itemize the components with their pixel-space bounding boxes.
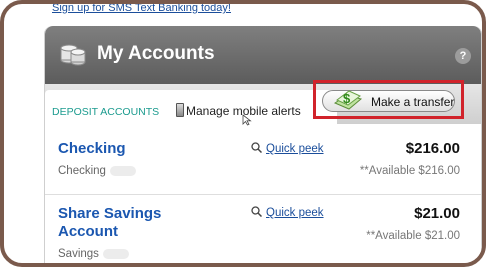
account-row-share-savings[interactable]: Share Savings Account Savings Quick peek… [45,195,481,263]
magnifier-icon [251,142,262,153]
available-balance: **Available $21.00 [366,230,460,242]
make-transfer-label: Make a transfer [371,95,455,109]
sms-signup-link[interactable]: Sign up for SMS Text Banking today! [52,4,231,14]
account-type: Checking [58,165,136,177]
account-balance: $21.00 [414,205,460,222]
help-icon[interactable]: ? [455,48,471,64]
tab-deposit-accounts-label: DEPOSIT ACCOUNTS [52,106,160,118]
account-row-checking[interactable]: Checking Checking Quick peek $216.00 **A… [45,124,481,194]
tab-deposit-accounts[interactable]: DEPOSIT ACCOUNTS Manage mobile alerts [45,90,337,126]
masked-account-number [109,165,136,176]
quick-peek[interactable]: Quick peek [251,206,324,219]
account-type: Savings [58,248,129,260]
screenshot-frame: Sign up for SMS Text Banking today! My A… [0,0,486,267]
coins-icon [60,44,86,66]
svg-text:$: $ [343,91,351,106]
widget-title: My Accounts [97,43,215,64]
magnifier-icon [251,206,262,217]
quick-peek[interactable]: Quick peek [251,142,324,155]
account-balance: $216.00 [405,140,460,157]
widget-header: My Accounts ? [45,26,481,84]
available-balance: **Available $216.00 [359,165,460,177]
money-transfer-icon: $ [333,90,363,110]
masked-account-number [102,248,129,259]
mobile-phone-icon [176,103,184,117]
make-transfer-button[interactable]: $ Make a transfer [322,90,455,112]
my-accounts-widget: My Accounts ? DEPOSIT ACCOUNTS Manage mo… [44,26,482,263]
quick-peek-link[interactable]: Quick peek [266,143,324,155]
account-name[interactable]: Checking [58,140,126,158]
account-name[interactable]: Share Savings Account [58,205,218,241]
quick-peek-link[interactable]: Quick peek [266,207,324,219]
